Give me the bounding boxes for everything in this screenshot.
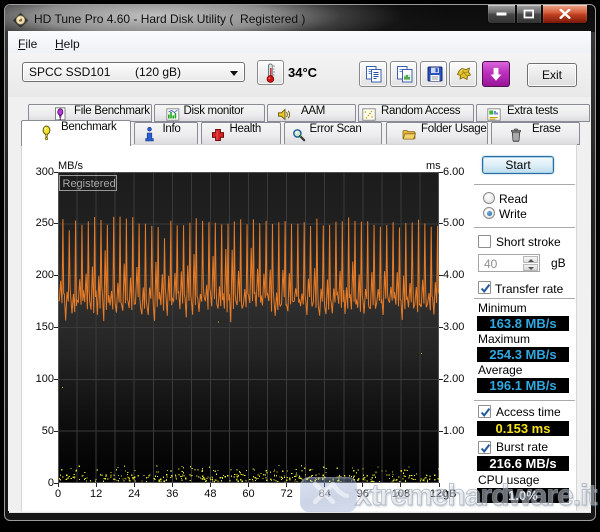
svg-text:Registered: Registered — [63, 178, 116, 190]
